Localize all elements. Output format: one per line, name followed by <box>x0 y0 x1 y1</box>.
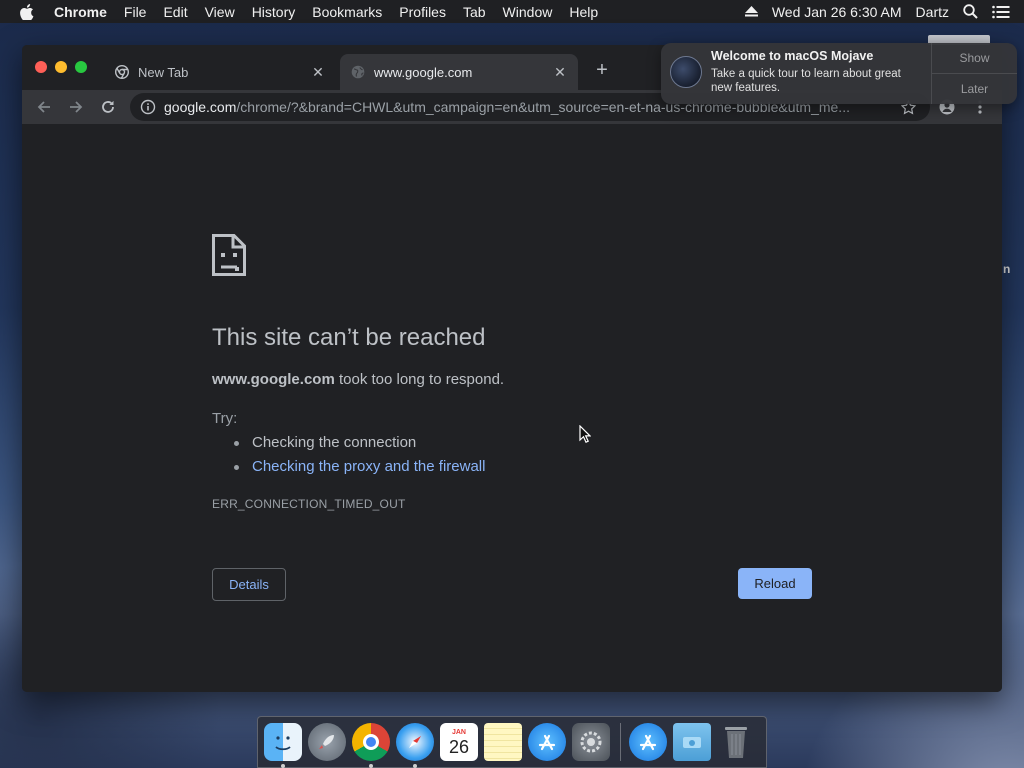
globe-icon <box>350 64 366 80</box>
error-page: This site can’t be reached www.google.co… <box>22 124 1002 692</box>
menubar-user[interactable]: Dartz <box>916 4 949 20</box>
menubar-clock[interactable]: Wed Jan 26 6:30 AM <box>772 4 902 20</box>
notification-later-button[interactable]: Later <box>932 73 1017 104</box>
finder-icon[interactable] <box>264 723 302 768</box>
error-host: www.google.com <box>212 371 335 388</box>
details-button[interactable]: Details <box>212 568 286 601</box>
error-code: ERR_CONNECTION_TIMED_OUT <box>212 497 406 511</box>
safari-compass-icon[interactable] <box>396 723 434 768</box>
app-store-download-icon[interactable] <box>629 723 667 761</box>
error-message: took too long to respond. <box>334 371 505 388</box>
window-zoom-button[interactable] <box>75 61 87 73</box>
system-preferences-gear-icon[interactable] <box>572 723 610 761</box>
desktop-side-text: n <box>1003 262 1011 276</box>
menu-tab[interactable]: Tab <box>463 4 486 20</box>
sad-page-icon <box>212 234 246 281</box>
suggestion-list: Checking the connection Checking the pro… <box>234 434 485 482</box>
tab-close-icon[interactable]: ✕ <box>552 64 568 81</box>
notification-show-button[interactable]: Show <box>932 43 1017 73</box>
calendar-day: 26 <box>448 736 470 757</box>
error-title: This site can’t be reached <box>212 324 486 351</box>
macos-mojave-logo-icon <box>670 56 702 88</box>
tab-title: New Tab <box>138 64 189 80</box>
running-indicator <box>413 764 417 768</box>
new-tab-button[interactable]: + <box>592 59 612 82</box>
window-close-button[interactable] <box>35 61 47 73</box>
menu-bookmarks[interactable]: Bookmarks <box>312 4 382 20</box>
running-indicator <box>281 764 285 768</box>
menu-help[interactable]: Help <box>569 4 598 20</box>
running-indicator <box>369 764 373 768</box>
notification-center-icon[interactable] <box>992 5 1010 19</box>
apple-menu-icon[interactable] <box>20 3 34 20</box>
tab-close-icon[interactable]: ✕ <box>310 64 326 81</box>
dock: JAN 26 <box>257 716 767 768</box>
url-host: google.com <box>164 99 237 115</box>
trash-icon[interactable] <box>717 723 755 761</box>
notes-icon[interactable] <box>484 723 522 761</box>
error-description: www.google.com took too long to respond. <box>212 371 504 388</box>
reload-button[interactable]: Reload <box>738 568 812 599</box>
app-store-icon[interactable] <box>528 723 566 761</box>
chrome-favicon-icon <box>114 64 130 80</box>
tab-google[interactable]: www.google.com ✕ <box>340 54 578 90</box>
eject-icon[interactable] <box>744 6 758 17</box>
menu-view[interactable]: View <box>205 4 235 20</box>
menu-history[interactable]: History <box>252 4 296 20</box>
launchpad-rocket-icon[interactable] <box>308 723 346 761</box>
mouse-cursor-icon <box>579 424 592 448</box>
window-controls <box>35 61 95 73</box>
menu-app-chrome[interactable]: Chrome <box>54 4 107 20</box>
spotlight-search-icon[interactable] <box>963 4 978 19</box>
menu-window[interactable]: Window <box>503 4 553 20</box>
back-arrow-icon[interactable] <box>33 96 55 118</box>
menu-edit[interactable]: Edit <box>163 4 187 20</box>
window-minimize-button[interactable] <box>55 61 67 73</box>
chrome-window: New Tab ✕ www.google.com ✕ + google.com /… <box>22 45 1002 692</box>
notification-title: Welcome to macOS Mojave <box>711 49 874 63</box>
notification-actions: Show Later <box>931 43 1017 104</box>
tab-title: www.google.com <box>374 64 473 80</box>
menu-file[interactable]: File <box>124 4 147 20</box>
dock-separator <box>620 723 621 761</box>
menu-profiles[interactable]: Profiles <box>399 4 446 20</box>
menu-bar: Chrome File Edit View History Bookmarks … <box>0 0 1024 23</box>
tab-new-tab[interactable]: New Tab ✕ <box>104 54 336 90</box>
calendar-month: JAN <box>451 728 466 736</box>
forward-arrow-icon[interactable] <box>65 96 87 118</box>
try-label: Try: <box>212 410 238 427</box>
mojave-notification[interactable]: Welcome to macOS Mojave Take a quick tou… <box>661 43 1017 104</box>
suggestion-check-proxy-link[interactable]: Checking the proxy and the firewall <box>234 458 485 482</box>
site-info-icon[interactable] <box>140 99 156 115</box>
downloads-folder-icon[interactable] <box>673 723 711 761</box>
chrome-dock-icon[interactable] <box>352 723 390 768</box>
calendar-icon[interactable]: JAN 26 <box>440 723 478 761</box>
notification-body: Take a quick tour to learn about great n… <box>711 68 901 94</box>
suggestion-check-connection: Checking the connection <box>234 434 485 458</box>
reload-icon[interactable] <box>97 96 119 118</box>
